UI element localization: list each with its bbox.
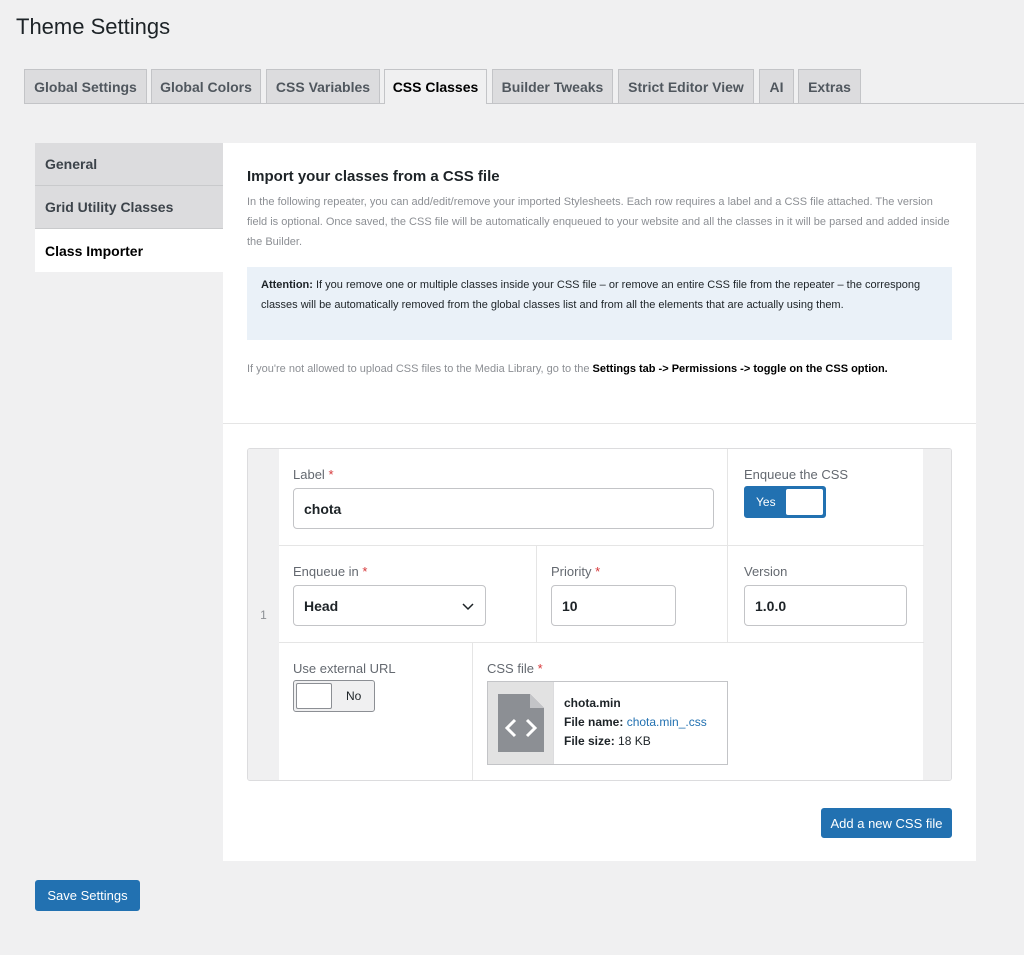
toggle-knob [296, 683, 332, 709]
css-file-label: CSS file * [487, 661, 543, 676]
tab-ai[interactable]: AI [759, 69, 794, 103]
toggle-yes-label: Yes [756, 495, 776, 509]
css-file-cell: CSS file * chota.min File name: chota.mi… [473, 643, 924, 780]
file-thumbnail [488, 682, 554, 764]
sidebar-item-grid-utility-classes[interactable]: Grid Utility Classes [35, 186, 223, 229]
section-title: Import your classes from a CSS file [247, 168, 500, 185]
priority-input[interactable]: 10 [551, 585, 676, 626]
sidebar-item-general[interactable]: General [35, 143, 223, 186]
chevron-down-icon [462, 603, 474, 611]
file-info: chota.min File name: chota.min_.css File… [564, 694, 707, 751]
css-file-repeater: 1 Label * chota Enqueue the CSS Yes Enqu… [247, 448, 952, 781]
label-input[interactable]: chota [293, 488, 714, 529]
attention-label: Attention: [261, 279, 313, 291]
attention-text: If you remove one or multiple classes in… [261, 279, 921, 311]
page-title: Theme Settings [16, 14, 171, 39]
file-name-link[interactable]: chota.min_.css [627, 715, 707, 729]
label-cell: Label * chota [279, 449, 728, 546]
note-path: Settings tab -> Permissions -> toggle on… [592, 363, 888, 375]
settings-tabs: Global Settings Global Colors CSS Variab… [24, 69, 1024, 104]
row-actions-handle[interactable] [923, 449, 951, 780]
priority-label: Priority * [551, 564, 601, 579]
enqueue-css-label: Enqueue the CSS [744, 467, 849, 482]
note-text: If you're not allowed to upload CSS file… [247, 363, 593, 375]
file-size-value: 18 KB [618, 734, 651, 748]
version-cell: Version 1.0.0 [728, 546, 924, 643]
save-settings-button[interactable]: Save Settings [35, 880, 140, 911]
section-description: In the following repeater, you can add/e… [247, 196, 950, 248]
toggle-no-label: No [346, 689, 362, 703]
tab-css-variables[interactable]: CSS Variables [266, 69, 380, 103]
external-url-cell: Use external URL No [279, 643, 473, 780]
external-url-label: Use external URL [293, 661, 396, 676]
file-name-row: File name: chota.min_.css [564, 715, 707, 729]
code-file-icon [498, 694, 544, 752]
enqueue-in-cell: Enqueue in * Head [279, 546, 537, 643]
add-css-file-button[interactable]: Add a new CSS file [821, 808, 952, 838]
tab-css-classes[interactable]: CSS Classes [384, 69, 487, 104]
sidebar-item-class-importer[interactable]: Class Importer [35, 229, 223, 272]
label-field-label: Label * [293, 467, 334, 482]
attention-notice: Attention: If you remove one or multiple… [247, 267, 952, 340]
intro-section: Import your classes from a CSS file In t… [247, 168, 953, 252]
enqueue-css-cell: Enqueue the CSS Yes [728, 449, 924, 546]
tab-global-colors[interactable]: Global Colors [151, 69, 261, 103]
css-file-attachment[interactable]: chota.min File name: chota.min_.css File… [487, 681, 728, 765]
enqueue-in-label: Enqueue in * [293, 564, 368, 579]
sidebar: General Grid Utility Classes Class Impor… [35, 143, 223, 272]
external-url-toggle[interactable]: No [293, 680, 375, 712]
enqueue-in-select[interactable]: Head [293, 585, 486, 626]
toggle-knob [786, 489, 823, 515]
enqueue-css-toggle[interactable]: Yes [744, 486, 826, 518]
divider [223, 423, 976, 424]
enqueue-in-value: Head [304, 597, 339, 614]
row-number[interactable]: 1 [248, 449, 279, 780]
tab-extras[interactable]: Extras [798, 69, 861, 103]
file-title: chota.min [564, 696, 621, 710]
version-input[interactable]: 1.0.0 [744, 585, 907, 626]
tab-strict-editor-view[interactable]: Strict Editor View [618, 69, 754, 103]
permissions-note: If you're not allowed to upload CSS file… [247, 359, 953, 379]
file-size-row: File size: 18 KB [564, 734, 651, 748]
class-importer-panel: Import your classes from a CSS file In t… [223, 143, 976, 861]
tab-builder-tweaks[interactable]: Builder Tweaks [492, 69, 613, 103]
tab-global-settings[interactable]: Global Settings [24, 69, 147, 103]
priority-cell: Priority * 10 [537, 546, 728, 643]
version-label: Version [744, 564, 788, 579]
